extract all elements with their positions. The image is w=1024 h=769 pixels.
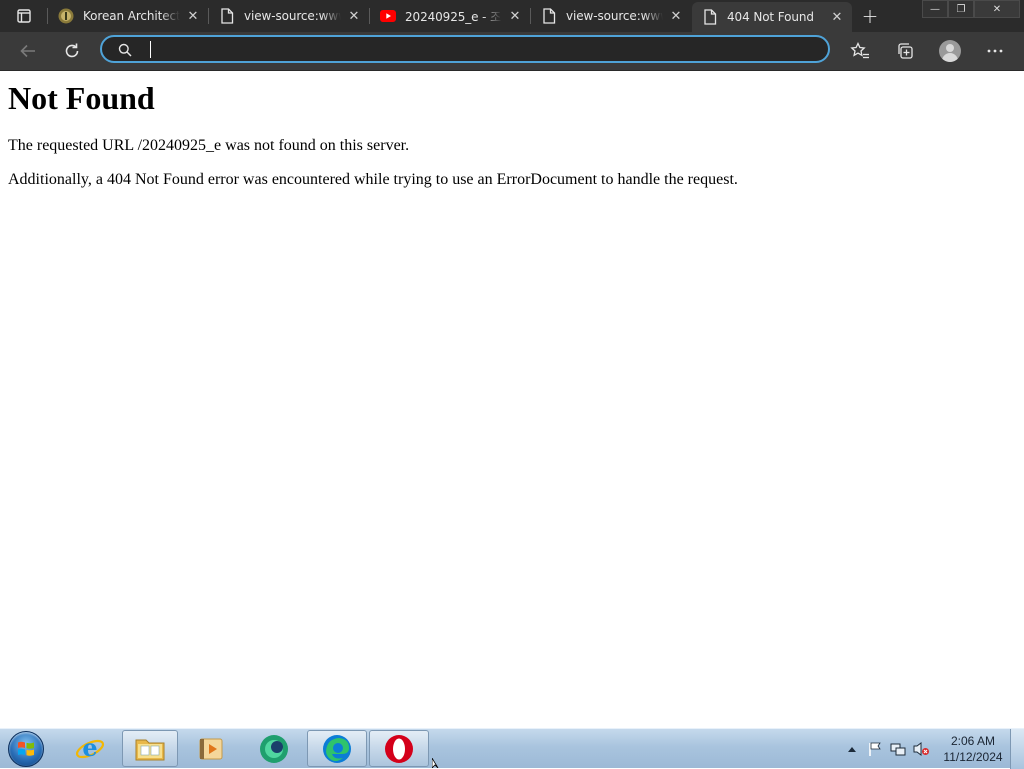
window-controls: — ❐ ✕ — [922, 0, 1020, 18]
tab-title: view-source:www. — [244, 9, 341, 23]
close-tab-icon[interactable]: ✕ — [506, 7, 524, 25]
tab-title: 404 Not Found — [727, 10, 814, 24]
show-hidden-icons-icon[interactable] — [843, 740, 861, 758]
minimize-button[interactable]: — — [922, 0, 948, 18]
page-icon — [219, 8, 235, 24]
page-icon — [702, 9, 718, 25]
windows-logo-icon — [8, 731, 44, 767]
avatar — [939, 40, 961, 62]
action-center-flag-icon[interactable] — [866, 740, 884, 758]
tab-actions-icon — [17, 9, 31, 23]
taskbar-opera[interactable] — [369, 730, 429, 767]
page-title: Not Found — [8, 80, 155, 116]
tab-title: Korean Architectu — [83, 9, 180, 23]
star-list-icon — [850, 42, 869, 59]
browser-tab-bar: Korean Architectu ✕ view-source:www. ✕ 2… — [0, 0, 1024, 32]
close-tab-icon[interactable]: ✕ — [345, 7, 363, 25]
svg-text:e: e — [82, 734, 97, 762]
tab-view-source-2[interactable]: view-source:www. ✕ — [531, 2, 691, 30]
network-icon[interactable] — [889, 740, 907, 758]
taskbar-internet-explorer[interactable]: e — [62, 730, 118, 767]
windows-taskbar: e 2:06 AM 11/12/2024 — [0, 728, 1024, 769]
clock-time: 2:06 AM — [950, 734, 996, 748]
restore-button[interactable]: ❐ — [948, 0, 974, 18]
close-window-button[interactable]: ✕ — [974, 0, 1020, 18]
taskbar-clock[interactable]: 2:06 AM 11/12/2024 — [940, 733, 1006, 765]
taskbar-green-app[interactable] — [246, 730, 302, 767]
korean-architecture-favicon — [58, 8, 74, 24]
text-caret — [150, 41, 151, 58]
favorites-button[interactable] — [845, 36, 875, 66]
tab-title: 20240925_e - 조선 — [405, 9, 502, 24]
close-tab-icon[interactable]: ✕ — [184, 7, 202, 25]
start-button[interactable] — [6, 730, 46, 768]
show-desktop-button[interactable] — [1010, 729, 1024, 769]
close-tab-icon[interactable]: ✕ — [828, 8, 846, 26]
taskbar-microsoft-edge[interactable] — [307, 730, 367, 767]
volume-muted-icon[interactable] — [912, 740, 930, 758]
tab-youtube-20240925[interactable]: 20240925_e - 조선 ✕ — [370, 2, 530, 30]
page-icon — [541, 8, 557, 24]
media-player-icon — [199, 738, 223, 759]
more-icon — [987, 49, 1003, 53]
browser-toolbar — [0, 32, 1024, 71]
tab-korean-architecture[interactable]: Korean Architectu ✕ — [48, 2, 208, 30]
taskbar-media-player[interactable] — [183, 730, 239, 767]
refresh-icon — [65, 43, 79, 58]
collections-button[interactable] — [890, 36, 920, 66]
collections-icon — [898, 43, 913, 59]
tab-404-not-found[interactable]: 404 Not Found ✕ — [692, 2, 852, 32]
refresh-button[interactable] — [57, 36, 87, 66]
close-tab-icon[interactable]: ✕ — [667, 7, 685, 25]
settings-menu-button[interactable] — [980, 36, 1010, 66]
arrow-left-icon — [20, 44, 35, 58]
error-detail: Additionally, a 404 Not Found error was … — [8, 171, 738, 188]
address-input[interactable] — [148, 40, 808, 60]
tab-actions-button[interactable] — [8, 6, 40, 26]
tab-view-source-1[interactable]: view-source:www. ✕ — [209, 2, 369, 30]
internet-explorer-icon: e — [75, 734, 105, 762]
search-icon — [118, 43, 132, 57]
system-tray — [843, 729, 935, 769]
page-content: Not Found The requested URL /20240925_e … — [0, 71, 1024, 728]
green-app-icon — [260, 734, 288, 763]
address-bar[interactable] — [100, 35, 830, 63]
mouse-pointer-icon — [432, 758, 439, 768]
back-button[interactable] — [13, 36, 43, 66]
tab-title: view-source:www. — [566, 9, 663, 23]
error-message: The requested URL /20240925_e was not fo… — [8, 137, 410, 154]
new-tab-button[interactable]: + — [858, 4, 882, 28]
youtube-icon — [380, 8, 396, 24]
taskbar-file-explorer[interactable] — [122, 730, 178, 767]
folder-icon — [135, 739, 165, 760]
opera-icon — [385, 734, 413, 763]
profile-button[interactable] — [935, 36, 965, 66]
clock-date: 11/12/2024 — [943, 750, 1003, 764]
microsoft-edge-icon — [323, 734, 351, 763]
